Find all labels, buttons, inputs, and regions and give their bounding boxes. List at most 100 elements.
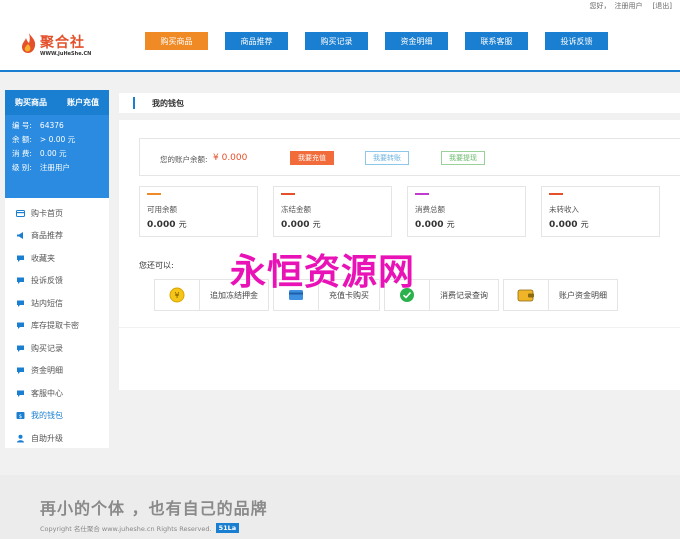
user-spent-row: 消 费: 0.00 元 <box>12 147 102 161</box>
stat-value: 0.000 <box>415 220 444 230</box>
sidebar-item-messages[interactable]: 站内短信 <box>5 292 109 315</box>
stat-untransferred-income: 未转收入 0.000 元 <box>541 186 660 237</box>
sidebar: 购买商品 账户充值 编 号: 64376 余 额: > 0.00 元 消 费: 0.0… <box>5 90 109 448</box>
card-icon <box>274 280 319 310</box>
sidebar-item-label: 资金明细 <box>31 366 63 376</box>
user-id-row: 编 号: 64376 <box>12 119 102 133</box>
sidebar-item-purchase-records[interactable]: 购买记录 <box>5 337 109 360</box>
user-balance-label: 余 额: <box>12 135 32 144</box>
footer: 再小的个体 ，也有自己的品牌 Copyright 名仕聚合 www.juhesh… <box>0 475 680 539</box>
sidebar-tabs: 购买商品 账户充值 <box>5 90 109 115</box>
chat-icon <box>16 299 25 308</box>
stat-frozen-amount: 冻结金额 0.000 元 <box>273 186 392 237</box>
stat-value-row: 0.000 元 <box>415 219 455 230</box>
user-level-row: 级 别: 注册用户 <box>12 161 102 175</box>
chat-icon <box>16 321 25 330</box>
user-balance-row: 余 额: > 0.00 元 <box>12 133 102 147</box>
stat-unit: 元 <box>178 220 187 229</box>
page-title-bar: 我的钱包 <box>119 93 680 113</box>
user-spent-label: 消 费: <box>12 149 32 158</box>
sidebar-item-label: 投诉反馈 <box>31 276 63 286</box>
coin-icon: ¥ <box>155 280 200 310</box>
transfer-button[interactable]: 我要转账 <box>365 151 409 165</box>
wallet-icon: $ <box>16 411 25 420</box>
sidebar-item-service-center[interactable]: 客服中心 <box>5 382 109 405</box>
stats-badge[interactable]: 51La <box>215 523 240 533</box>
check-icon <box>385 280 430 310</box>
user-level-label: 级 别: <box>12 163 32 172</box>
nav-complaint[interactable]: 投诉反馈 <box>545 32 608 50</box>
recharge-button[interactable]: 我要充值 <box>290 151 334 165</box>
sidebar-item-label: 自助升级 <box>31 433 63 443</box>
stat-color-bar <box>549 193 563 195</box>
user-balance-value: > 0.00 元 <box>39 135 76 144</box>
nav-purchase-records[interactable]: 购买记录 <box>305 32 368 50</box>
nav-fund-details[interactable]: 资金明细 <box>385 32 448 50</box>
copyright-text: Copyright 名仕聚合 www.juheshe.cn Rights Res… <box>40 525 212 533</box>
stat-value-row: 0.000 元 <box>147 219 187 230</box>
footer-slogan: 再小的个体 ，也有自己的品牌 <box>40 499 268 518</box>
main-nav: 购买商品 商品推荐 购买记录 资金明细 联系客服 投诉反馈 <box>145 32 608 50</box>
sidebar-item-label: 收藏夹 <box>31 253 55 263</box>
nav-buy-goods[interactable]: 购买商品 <box>145 32 208 50</box>
top-bar: 您好， 注册用户 [退出] <box>0 0 680 12</box>
card-icon <box>16 209 25 218</box>
sidebar-item-label: 购卡首页 <box>31 208 63 218</box>
flame-logo-icon <box>22 33 36 53</box>
logout-link[interactable]: [退出] <box>653 1 672 11</box>
sidebar-item-recommend[interactable]: 商品推荐 <box>5 225 109 248</box>
sidebar-item-complaint[interactable]: 投诉反馈 <box>5 270 109 293</box>
username-link[interactable]: 注册用户 <box>615 1 643 11</box>
user-spent-value: 0.00 元 <box>39 149 67 158</box>
user-id-label: 编 号: <box>12 121 32 130</box>
sidebar-item-label: 站内短信 <box>31 298 63 308</box>
action-consumption-records[interactable]: 消费记录查询 <box>384 279 499 311</box>
quick-actions: ¥ 追加冻结押金 充值卡购买 消费记录查询 账户资金明细 <box>154 279 618 311</box>
withdraw-button[interactable]: 我要提现 <box>441 151 485 165</box>
user-links: 您好， 注册用户 [退出] <box>590 1 672 11</box>
megaphone-icon <box>16 231 25 240</box>
nav-recommend[interactable]: 商品推荐 <box>225 32 288 50</box>
chat-icon <box>16 366 25 375</box>
tab-recharge[interactable]: 账户充值 <box>57 90 109 115</box>
stat-total-spent: 消费总额 0.000 元 <box>407 186 526 237</box>
action-label: 消费记录查询 <box>440 290 488 300</box>
stat-available-balance: 可用余额 0.000 元 <box>139 186 258 237</box>
title-accent <box>133 97 135 109</box>
sidebar-item-upgrade[interactable]: 自助升级 <box>5 427 109 450</box>
logo-name: 聚合社 <box>40 35 85 51</box>
nav-contact-support[interactable]: 联系客服 <box>465 32 528 50</box>
stat-unit: 元 <box>312 220 321 229</box>
svg-text:$: $ <box>19 414 22 420</box>
actions-heading: 您还可以: <box>139 261 174 270</box>
chat-icon <box>16 276 25 285</box>
stat-label: 未转收入 <box>549 205 579 214</box>
chat-icon <box>16 389 25 398</box>
logo[interactable]: 聚合社 WWW.JuHeShe.CN <box>20 30 110 60</box>
stat-value: 0.000 <box>549 220 578 230</box>
sidebar-item-label: 客服中心 <box>31 388 63 398</box>
action-account-fund-details[interactable]: 账户资金明细 <box>503 279 618 311</box>
page-title: 我的钱包 <box>152 99 184 108</box>
stat-label: 消费总额 <box>415 205 445 214</box>
sidebar-item-label: 我的钱包 <box>31 411 63 421</box>
tab-buy-goods[interactable]: 购买商品 <box>5 90 57 115</box>
sidebar-item-favorites[interactable]: 收藏夹 <box>5 247 109 270</box>
sidebar-item-card-home[interactable]: 购卡首页 <box>5 202 109 225</box>
stat-label: 冻结金额 <box>281 205 311 214</box>
action-buy-recharge-card[interactable]: 充值卡购买 <box>273 279 380 311</box>
action-label: 充值卡购买 <box>329 290 369 300</box>
wallet-icon <box>504 280 549 310</box>
sidebar-item-extract-cards[interactable]: 库存提取卡密 <box>5 315 109 338</box>
stat-label: 可用余额 <box>147 205 177 214</box>
sidebar-item-fund-details[interactable]: 资金明细 <box>5 360 109 383</box>
greeting-text: 您好， <box>589 2 611 10</box>
sidebar-item-wallet[interactable]: $ 我的钱包 <box>5 405 109 428</box>
stat-unit: 元 <box>446 220 455 229</box>
sidebar-item-label: 商品推荐 <box>31 231 63 241</box>
balance-panel: 您的账户余额: ¥ 0.000 我要充值 我要转账 我要提现 <box>139 138 680 176</box>
logo-domain: WWW.JuHeShe.CN <box>40 51 92 57</box>
action-add-deposit[interactable]: ¥ 追加冻结押金 <box>154 279 269 311</box>
stat-color-bar <box>415 193 429 195</box>
user-level-value: 注册用户 <box>39 163 70 172</box>
